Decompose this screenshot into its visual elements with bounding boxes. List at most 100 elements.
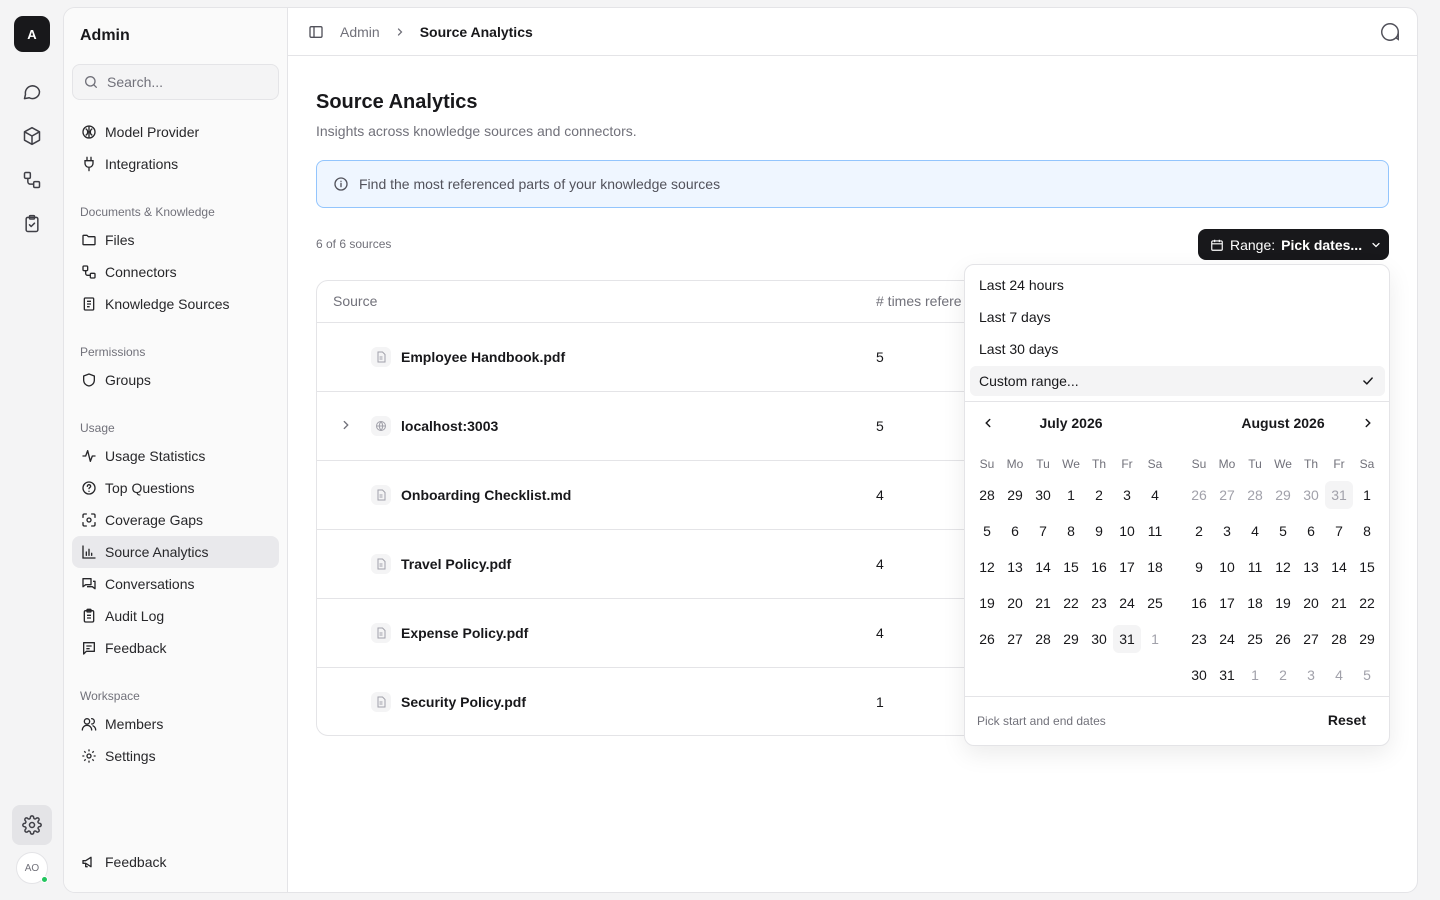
- calendar-day[interactable]: 5: [973, 517, 1001, 545]
- calendar-day[interactable]: 23: [1085, 589, 1113, 617]
- calendar-day[interactable]: 24: [1213, 625, 1241, 653]
- calendar-day[interactable]: 26: [1269, 625, 1297, 653]
- chat-icon[interactable]: [14, 74, 50, 110]
- calendar-day[interactable]: 23: [1185, 625, 1213, 653]
- range-option-custom[interactable]: Custom range...: [970, 366, 1385, 396]
- calendar-day[interactable]: 1: [1057, 481, 1085, 509]
- calendar-day[interactable]: 15: [1353, 553, 1381, 581]
- calendar-day[interactable]: 29: [1057, 625, 1085, 653]
- calendar-day[interactable]: 11: [1241, 553, 1269, 581]
- calendar-day[interactable]: 29: [1269, 481, 1297, 509]
- calendar-day[interactable]: 7: [1029, 517, 1057, 545]
- calendar-day[interactable]: 30: [1185, 661, 1213, 689]
- chevron-left-icon[interactable]: [981, 416, 995, 430]
- calendar-day[interactable]: 25: [1241, 625, 1269, 653]
- sidebar-item-usage-statistics[interactable]: Usage Statistics: [72, 440, 279, 472]
- breadcrumb-parent[interactable]: Admin: [340, 24, 380, 40]
- calendar-day[interactable]: 9: [1085, 517, 1113, 545]
- calendar-day[interactable]: 19: [973, 589, 1001, 617]
- sidebar-item-audit-log[interactable]: Audit Log: [72, 600, 279, 632]
- chevron-right-icon[interactable]: [1361, 416, 1375, 430]
- assistant-chat-icon[interactable]: [1379, 21, 1401, 43]
- calendar-day[interactable]: 1: [1353, 481, 1381, 509]
- search-input[interactable]: [107, 74, 267, 90]
- range-dropdown-button[interactable]: Range: Pick dates...: [1198, 229, 1389, 260]
- calendar-day[interactable]: 13: [1297, 553, 1325, 581]
- sidebar-item-integrations[interactable]: Integrations: [72, 148, 279, 180]
- calendar-day[interactable]: 1: [1141, 625, 1169, 653]
- range-option-7d[interactable]: Last 7 days: [970, 302, 1385, 332]
- user-avatar[interactable]: AO: [16, 852, 48, 884]
- calendar-day[interactable]: 14: [1325, 553, 1353, 581]
- calendar-day[interactable]: 18: [1141, 553, 1169, 581]
- clipboard-check-icon[interactable]: [14, 206, 50, 242]
- calendar-day[interactable]: 10: [1213, 553, 1241, 581]
- calendar-day[interactable]: 4: [1141, 481, 1169, 509]
- calendar-day[interactable]: 4: [1241, 517, 1269, 545]
- cube-icon[interactable]: [14, 118, 50, 154]
- sidebar-item-groups[interactable]: Groups: [72, 364, 279, 396]
- calendar-day[interactable]: 22: [1353, 589, 1381, 617]
- sidebar-item-members[interactable]: Members: [72, 708, 279, 740]
- calendar-day[interactable]: 12: [1269, 553, 1297, 581]
- calendar-day[interactable]: 2: [1085, 481, 1113, 509]
- calendar-day[interactable]: 2: [1185, 517, 1213, 545]
- calendar-day[interactable]: 28: [1241, 481, 1269, 509]
- calendar-day[interactable]: 13: [1001, 553, 1029, 581]
- range-option-24h[interactable]: Last 24 hours: [970, 270, 1385, 300]
- sidebar-search[interactable]: [72, 64, 279, 100]
- calendar-day[interactable]: 8: [1057, 517, 1085, 545]
- calendar-day[interactable]: 27: [1297, 625, 1325, 653]
- calendar-day[interactable]: 8: [1353, 517, 1381, 545]
- calendar-day[interactable]: 11: [1141, 517, 1169, 545]
- calendar-day[interactable]: 28: [973, 481, 1001, 509]
- calendar-day[interactable]: 28: [1325, 625, 1353, 653]
- calendar-day[interactable]: 27: [1213, 481, 1241, 509]
- calendar-day[interactable]: 29: [1353, 625, 1381, 653]
- calendar-day[interactable]: 1: [1241, 661, 1269, 689]
- calendar-day[interactable]: 20: [1001, 589, 1029, 617]
- column-header-source[interactable]: Source: [333, 281, 377, 322]
- sidebar-item-settings[interactable]: Settings: [72, 740, 279, 772]
- calendar-day[interactable]: 28: [1029, 625, 1057, 653]
- calendar-day[interactable]: 29: [1001, 481, 1029, 509]
- calendar-day[interactable]: 3: [1213, 517, 1241, 545]
- calendar-day[interactable]: 30: [1297, 481, 1325, 509]
- sidebar-item-connectors[interactable]: Connectors: [72, 256, 279, 288]
- calendar-day[interactable]: 6: [1001, 517, 1029, 545]
- calendar-day[interactable]: 14: [1029, 553, 1057, 581]
- calendar-day[interactable]: 21: [1325, 589, 1353, 617]
- calendar-day[interactable]: 16: [1185, 589, 1213, 617]
- settings-gear-icon[interactable]: [12, 805, 52, 845]
- sidebar-item-files[interactable]: Files: [72, 224, 279, 256]
- calendar-day[interactable]: 31: [1325, 481, 1353, 509]
- calendar-day[interactable]: 30: [1029, 481, 1057, 509]
- calendar-day[interactable]: 20: [1297, 589, 1325, 617]
- range-option-30d[interactable]: Last 30 days: [970, 334, 1385, 364]
- calendar-day[interactable]: 9: [1185, 553, 1213, 581]
- calendar-day[interactable]: 15: [1057, 553, 1085, 581]
- calendar-day[interactable]: 5: [1353, 661, 1381, 689]
- sidebar-footer-feedback[interactable]: Feedback: [72, 846, 279, 878]
- calendar-day[interactable]: 2: [1269, 661, 1297, 689]
- calendar-day[interactable]: 21: [1029, 589, 1057, 617]
- calendar-day[interactable]: 22: [1057, 589, 1085, 617]
- calendar-day[interactable]: 26: [1185, 481, 1213, 509]
- sidebar-toggle-icon[interactable]: [308, 24, 324, 40]
- calendar-day[interactable]: 30: [1085, 625, 1113, 653]
- calendar-day[interactable]: 26: [973, 625, 1001, 653]
- calendar-day[interactable]: 17: [1113, 553, 1141, 581]
- calendar-day[interactable]: 25: [1141, 589, 1169, 617]
- sidebar-item-knowledge-sources[interactable]: Knowledge Sources: [72, 288, 279, 320]
- sidebar-item-top-questions[interactable]: Top Questions: [72, 472, 279, 504]
- sidebar-item-feedback[interactable]: Feedback: [72, 632, 279, 664]
- calendar-day[interactable]: 24: [1113, 589, 1141, 617]
- calendar-day[interactable]: 31: [1213, 661, 1241, 689]
- calendar-day[interactable]: 10: [1113, 517, 1141, 545]
- calendar-day[interactable]: 17: [1213, 589, 1241, 617]
- calendar-day[interactable]: 18: [1241, 589, 1269, 617]
- sidebar-item-model-provider[interactable]: Model Provider: [72, 116, 279, 148]
- calendar-day[interactable]: 4: [1325, 661, 1353, 689]
- sidebar-item-conversations[interactable]: Conversations: [72, 568, 279, 600]
- calendar-day[interactable]: 3: [1113, 481, 1141, 509]
